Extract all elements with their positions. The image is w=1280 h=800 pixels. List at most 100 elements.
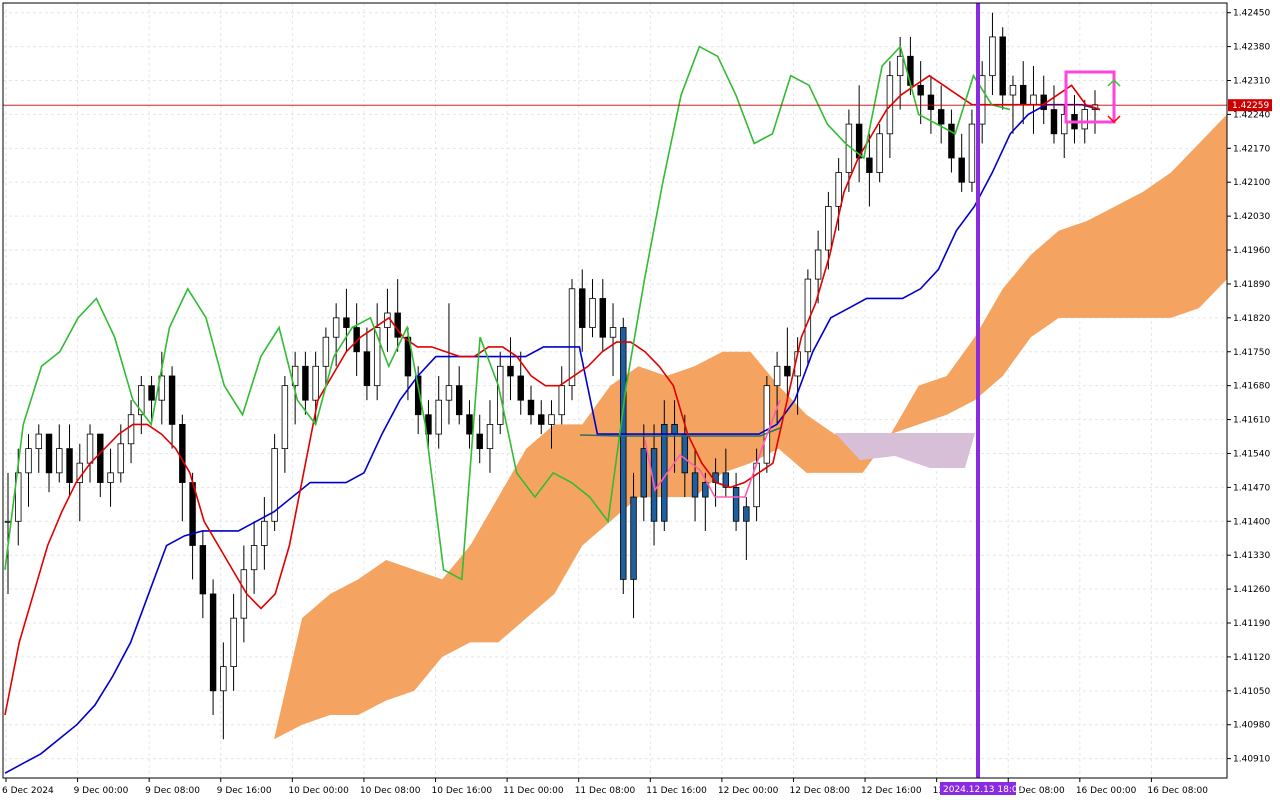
candle-body <box>507 365 514 377</box>
y-tick-label: 1.42030 <box>1233 212 1270 222</box>
candle <box>835 158 842 231</box>
candle-body <box>743 506 750 522</box>
y-tick-label: 1.41610 <box>1233 416 1270 426</box>
candle <box>271 434 278 531</box>
candle-body <box>568 288 576 387</box>
candle <box>250 521 258 594</box>
x-tick-label: 12 Dec 16:00 <box>861 786 922 796</box>
candle-body <box>209 593 217 692</box>
y-tick-label: 1.41540 <box>1233 449 1270 459</box>
y-tick-label: 1.40910 <box>1233 755 1270 765</box>
candle <box>989 12 996 96</box>
candle <box>302 351 309 415</box>
candle-body <box>538 414 545 425</box>
candle-body <box>4 520 12 523</box>
x-tick-label: 9 Dec 08:00 <box>145 786 200 796</box>
x-tick-label: 12 Dec 00:00 <box>718 786 779 796</box>
y-tick-label: 1.41260 <box>1233 585 1270 595</box>
candle <box>1050 85 1058 144</box>
candle-body <box>835 172 842 207</box>
candle <box>445 303 453 425</box>
candle-body <box>199 545 207 595</box>
candle <box>568 279 576 401</box>
candle-body <box>784 365 791 377</box>
candle <box>179 414 186 522</box>
candle-body <box>435 399 442 435</box>
candle <box>886 61 894 158</box>
candle <box>486 400 494 473</box>
candle-body <box>989 36 996 77</box>
candle-body <box>312 365 319 401</box>
candle <box>876 124 883 183</box>
candle-body <box>681 433 689 474</box>
candle-body <box>343 317 350 328</box>
candle <box>107 448 114 507</box>
x-tick-label: 9 Dec 00:00 <box>74 786 129 796</box>
y-tick-label: 1.41820 <box>1233 314 1270 324</box>
y-tick-label: 1.41680 <box>1233 382 1270 392</box>
y-tick-label: 1.42100 <box>1233 178 1270 188</box>
candle <box>999 27 1006 110</box>
candle <box>97 433 104 498</box>
x-tick-label: 16 Dec 08:00 <box>1147 786 1208 796</box>
x-tick-label: 16 Dec 00:00 <box>1076 786 1137 796</box>
candle <box>958 133 965 192</box>
candle-body <box>599 298 606 338</box>
candle-body <box>917 84 924 96</box>
candle <box>599 279 606 352</box>
x-tick-label: 10 Dec 16:00 <box>432 786 493 796</box>
candle <box>1091 90 1099 134</box>
candle <box>435 375 442 449</box>
candle-body <box>445 385 453 401</box>
candle-body <box>127 414 135 445</box>
candle-body <box>732 486 740 522</box>
candle <box>394 279 401 352</box>
candle-body <box>630 496 637 580</box>
candle-body <box>250 545 258 571</box>
candle <box>927 75 935 134</box>
candle-body <box>558 385 565 416</box>
candle-body <box>455 385 463 416</box>
candle-body <box>1009 84 1017 96</box>
candle-body <box>302 365 309 401</box>
candle <box>968 109 976 192</box>
candle <box>199 530 207 619</box>
candle-body <box>148 385 155 401</box>
candle-body <box>220 666 227 692</box>
candle <box>25 434 32 507</box>
candle <box>558 366 565 425</box>
candle <box>45 433 53 493</box>
x-tick-label: 10 Dec 08:00 <box>360 786 421 796</box>
y-tick-label: 1.41890 <box>1233 280 1270 290</box>
kumo-bullish <box>218 114 1227 778</box>
candle <box>794 337 801 415</box>
x-tick-label: 11 Dec 16:00 <box>646 786 707 796</box>
candle <box>35 424 42 473</box>
candle <box>281 375 289 473</box>
candle-body <box>937 109 945 125</box>
y-tick-label: 1.42450 <box>1233 9 1270 19</box>
candle-body <box>548 414 555 425</box>
y-tick-label: 1.41750 <box>1233 348 1270 358</box>
candle <box>609 303 617 376</box>
candle-body <box>866 157 873 173</box>
candle <box>230 593 237 691</box>
x-tick-label: 9 Dec 16:00 <box>217 786 272 796</box>
candle-body <box>763 385 771 464</box>
candle-body <box>968 123 976 183</box>
candle <box>343 288 350 352</box>
candle-body <box>25 448 32 474</box>
candle <box>363 327 371 401</box>
ichimoku-candlestick-chart[interactable]: 1.42450 1.42380 1.42310 1.42240 1.42170 1.421… <box>0 0 1280 800</box>
candle-body <box>999 36 1006 96</box>
candle-body <box>825 206 832 251</box>
candle <box>579 269 586 352</box>
candle-body <box>896 55 904 77</box>
candle-body <box>56 448 63 474</box>
candle-body <box>517 375 524 401</box>
candle-body <box>579 288 586 328</box>
y-tick-label: 1.42310 <box>1233 77 1270 87</box>
candle <box>743 497 750 561</box>
y-tick-label: 1.41960 <box>1233 246 1270 256</box>
candle <box>589 279 596 338</box>
